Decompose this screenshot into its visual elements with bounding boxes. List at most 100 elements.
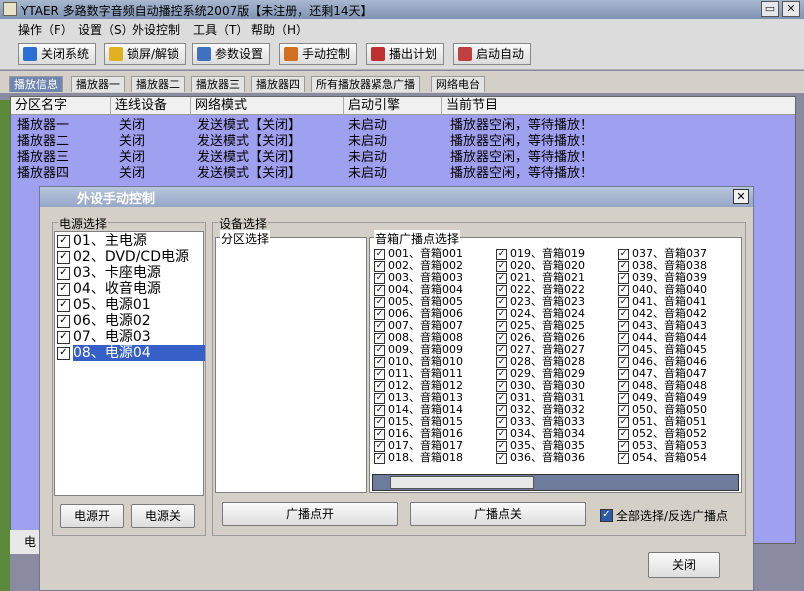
speaker-checkbox[interactable]: ✓ [618, 320, 629, 332]
speaker-checkbox[interactable]: ✓ [496, 308, 507, 320]
auto-start-button[interactable]: 启动自动 [453, 43, 532, 65]
speaker-checkbox[interactable]: ✓ [618, 404, 629, 416]
power-on-button[interactable]: 电源开 [60, 504, 124, 528]
speaker-checkbox[interactable]: ✓ [374, 260, 385, 272]
tab-player-3[interactable]: 播放器三 [191, 76, 245, 92]
menu-tools[interactable]: 工具（T） [193, 21, 248, 38]
power-item[interactable]: ✓ 05、电源01 [57, 297, 151, 313]
speaker-checkbox[interactable]: ✓ [374, 428, 385, 440]
tab-player-4[interactable]: 播放器四 [251, 76, 305, 92]
speaker-checkbox[interactable]: ✓ [374, 440, 385, 452]
power-item-checkbox[interactable]: ✓ [57, 346, 70, 360]
speaker-checkbox[interactable]: ✓ [496, 356, 507, 368]
scrollbar-thumb[interactable] [390, 476, 534, 489]
power-item-checkbox[interactable]: ✓ [57, 282, 70, 296]
speaker-checkbox[interactable]: ✓ [496, 428, 507, 440]
speaker-checkbox[interactable]: ✓ [496, 272, 507, 284]
speaker-checkbox[interactable]: ✓ [374, 296, 385, 308]
speaker-checkbox[interactable]: ✓ [496, 320, 507, 332]
speaker-item[interactable]: ✓ 054、音箱054 [618, 452, 707, 464]
speaker-checkbox[interactable]: ✓ [618, 416, 629, 428]
speaker-checkbox[interactable]: ✓ [496, 248, 507, 260]
select-all-checkbox[interactable]: ✓ [600, 509, 613, 522]
speaker-checkbox[interactable]: ✓ [618, 284, 629, 296]
col-current-program[interactable]: 当前节目 [442, 97, 795, 115]
speaker-checkbox[interactable]: ✓ [374, 368, 385, 380]
speaker-checkbox[interactable]: ✓ [374, 320, 385, 332]
speaker-checkbox[interactable]: ✓ [374, 356, 385, 368]
menu-operate[interactable]: 操作（F） [18, 21, 73, 38]
tab-play-info[interactable]: 播放信息 [9, 76, 63, 92]
speaker-checkbox[interactable]: ✓ [618, 368, 629, 380]
power-item-checkbox[interactable]: ✓ [57, 234, 70, 248]
power-item[interactable]: ✓ 03、卡座电源 [57, 265, 161, 281]
power-item[interactable]: ✓ 01、主电源 [57, 233, 147, 249]
speaker-checkbox[interactable]: ✓ [374, 332, 385, 344]
broadcast-point-on-button[interactable]: 广播点开 [222, 502, 398, 526]
speaker-checkbox[interactable]: ✓ [374, 272, 385, 284]
speaker-checkbox[interactable]: ✓ [496, 284, 507, 296]
speaker-checkbox[interactable]: ✓ [618, 344, 629, 356]
power-item-checkbox[interactable]: ✓ [57, 330, 70, 344]
speaker-checkbox[interactable]: ✓ [374, 404, 385, 416]
shutdown-system-button[interactable]: 关闭系统 [18, 43, 97, 65]
col-network-mode[interactable]: 网络模式 [191, 97, 344, 115]
broadcast-point-off-button[interactable]: 广播点关 [410, 502, 586, 526]
tab-network-radio[interactable]: 网络电台 [431, 76, 485, 92]
speaker-checkbox[interactable]: ✓ [374, 392, 385, 404]
speaker-checkbox[interactable]: ✓ [618, 380, 629, 392]
power-off-button[interactable]: 电源关 [131, 504, 195, 528]
manual-control-button[interactable]: 手动控制 [279, 43, 358, 65]
speaker-checkbox[interactable]: ✓ [496, 452, 507, 464]
minimize-button[interactable]: ▭ [761, 1, 779, 17]
tab-emergency-broadcast[interactable]: 所有播放器紧急广播 [311, 76, 420, 92]
power-item-checkbox[interactable]: ✓ [57, 250, 70, 264]
speaker-checkbox[interactable]: ✓ [496, 416, 507, 428]
tab-player-2[interactable]: 播放器二 [131, 76, 185, 92]
speaker-item[interactable]: ✓ 018、音箱018 [374, 452, 463, 464]
speaker-checkbox[interactable]: ✓ [374, 416, 385, 428]
speaker-checkbox[interactable]: ✓ [618, 308, 629, 320]
power-item[interactable]: ✓ 06、电源02 [57, 313, 151, 329]
select-all-toggle[interactable]: ✓ 全部选择/反选广播点 [600, 507, 728, 524]
speaker-checkbox[interactable]: ✓ [496, 404, 507, 416]
power-item-checkbox[interactable]: ✓ [57, 266, 70, 280]
speaker-checkbox[interactable]: ✓ [496, 344, 507, 356]
speaker-checkbox[interactable]: ✓ [618, 332, 629, 344]
speaker-checkbox[interactable]: ✓ [374, 248, 385, 260]
speaker-checkbox[interactable]: ✓ [618, 272, 629, 284]
speaker-checkbox[interactable]: ✓ [374, 344, 385, 356]
power-item[interactable]: ✓ 02、DVD/CD电源 [57, 249, 189, 265]
speaker-checkbox[interactable]: ✓ [496, 332, 507, 344]
lock-screen-button[interactable]: 锁屏/解锁 [104, 43, 187, 65]
speaker-checkbox[interactable]: ✓ [374, 452, 385, 464]
speaker-checkbox[interactable]: ✓ [618, 452, 629, 464]
broadcast-schedule-button[interactable]: 播出计划 [366, 43, 445, 65]
dialog-close-icon[interactable]: ✕ [733, 189, 749, 204]
speaker-checkbox[interactable]: ✓ [618, 428, 629, 440]
speaker-checkbox[interactable]: ✓ [618, 248, 629, 260]
window-close-button[interactable]: ✕ [782, 1, 800, 17]
menu-peripheral-control[interactable]: 外设控制 [132, 21, 180, 38]
col-engine[interactable]: 启动引擎 [344, 97, 442, 115]
speaker-checkbox[interactable]: ✓ [618, 392, 629, 404]
col-zone-name[interactable]: 分区名字 [11, 97, 111, 115]
speaker-checkbox[interactable]: ✓ [618, 440, 629, 452]
speaker-checkbox[interactable]: ✓ [496, 296, 507, 308]
speaker-checkbox[interactable]: ✓ [496, 392, 507, 404]
menu-settings[interactable]: 设置（S） [78, 21, 134, 38]
power-item[interactable]: ✓ 08、电源04 [57, 345, 205, 361]
power-item[interactable]: ✓ 07、电源03 [57, 329, 151, 345]
speaker-checkbox[interactable]: ✓ [496, 260, 507, 272]
speaker-checkbox[interactable]: ✓ [374, 308, 385, 320]
parameter-settings-button[interactable]: 参数设置 [192, 43, 271, 65]
col-connected-device[interactable]: 连线设备 [111, 97, 191, 115]
speaker-checkbox[interactable]: ✓ [496, 440, 507, 452]
menu-help[interactable]: 帮助（H） [251, 21, 308, 38]
dialog-close-button[interactable]: 关闭 [648, 552, 720, 578]
power-item-checkbox[interactable]: ✓ [57, 314, 70, 328]
power-item[interactable]: ✓ 04、收音电源 [57, 281, 161, 297]
speaker-checkbox[interactable]: ✓ [618, 356, 629, 368]
speaker-checkbox[interactable]: ✓ [618, 296, 629, 308]
speaker-checkbox[interactable]: ✓ [374, 380, 385, 392]
